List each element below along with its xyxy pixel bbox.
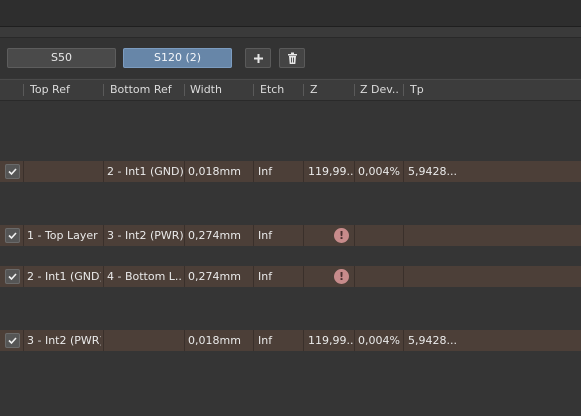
plus-icon	[254, 54, 263, 63]
column-divider[interactable]	[303, 84, 304, 96]
column-divider[interactable]	[403, 84, 404, 96]
column-header-bottom-ref[interactable]: Bottom Ref	[110, 80, 182, 100]
column-header-tp[interactable]: Tp	[410, 80, 470, 100]
column-divider[interactable]	[184, 84, 185, 96]
cell-divider	[403, 225, 404, 246]
trash-icon	[288, 52, 297, 64]
column-divider[interactable]	[23, 84, 24, 96]
cell-divider	[103, 161, 104, 182]
cell-divider	[253, 161, 254, 182]
cell-divider	[103, 330, 104, 351]
width-cell[interactable]: 0,018mm	[188, 161, 252, 182]
cell-divider	[23, 225, 24, 246]
cell-divider	[23, 330, 24, 351]
cell-divider	[184, 161, 185, 182]
cell-divider	[403, 330, 404, 351]
z-cell[interactable]: 119,99...	[308, 330, 353, 351]
stack-toolbar: S50 S120 (2)	[0, 38, 581, 78]
bottom-ref-cell[interactable]: 3 - Int2 (PWR)	[107, 225, 183, 246]
row-checkbox[interactable]	[5, 228, 20, 243]
column-header-top-ref[interactable]: Top Ref	[30, 80, 100, 100]
column-header-z-dev[interactable]: Z Dev...	[360, 80, 400, 100]
checkmark-icon	[8, 273, 17, 281]
top-ref-cell[interactable]: 3 - Int2 (PWR)	[27, 330, 101, 351]
column-header-etch[interactable]: Etch	[260, 80, 300, 100]
checkmark-icon	[8, 337, 17, 345]
cell-divider	[23, 161, 24, 182]
cell-divider	[354, 161, 355, 182]
column-header-z[interactable]: Z	[310, 80, 350, 100]
z-dev-cell[interactable]: 0,004%	[358, 161, 402, 182]
z-cell[interactable]: 119,99...	[308, 161, 353, 182]
tp-cell[interactable]: 5,9428...	[408, 161, 468, 182]
warning-icon[interactable]: !	[334, 228, 349, 243]
etch-cell[interactable]: Inf	[258, 266, 302, 287]
cell-divider	[103, 225, 104, 246]
bottom-ref-cell[interactable]	[107, 330, 183, 351]
cell-divider	[354, 225, 355, 246]
table-row[interactable]: 3 - Int2 (PWR) 0,018mm Inf 119,99... 0,0…	[0, 330, 581, 351]
width-cell[interactable]: 0,274mm	[188, 225, 252, 246]
row-checkbox[interactable]	[5, 269, 20, 284]
table-header: Top Ref Bottom Ref Width Etch Z Z Dev...…	[0, 79, 581, 101]
top-panel-bar	[0, 0, 581, 27]
cell-divider	[184, 225, 185, 246]
top-ref-cell[interactable]: 2 - Int1 (GND)	[27, 266, 101, 287]
column-divider[interactable]	[253, 84, 254, 96]
width-cell[interactable]: 0,274mm	[188, 266, 252, 287]
cell-divider	[303, 225, 304, 246]
add-button[interactable]	[245, 48, 271, 68]
cell-divider	[403, 161, 404, 182]
cell-divider	[184, 330, 185, 351]
cell-divider	[354, 266, 355, 287]
column-divider[interactable]	[354, 84, 355, 96]
tab-s120[interactable]: S120 (2)	[123, 48, 232, 68]
warning-icon[interactable]: !	[334, 269, 349, 284]
column-header-width[interactable]: Width	[190, 80, 250, 100]
etch-cell[interactable]: Inf	[258, 330, 302, 351]
cell-divider	[303, 161, 304, 182]
z-dev-cell[interactable]: 0,004%	[358, 330, 402, 351]
checkmark-icon	[8, 168, 17, 176]
cell-divider	[253, 225, 254, 246]
cell-divider	[184, 266, 185, 287]
etch-cell[interactable]: Inf	[258, 161, 302, 182]
etch-cell[interactable]: Inf	[258, 225, 302, 246]
cell-divider	[253, 330, 254, 351]
panel-strip	[0, 27, 581, 38]
width-cell[interactable]: 0,018mm	[188, 330, 252, 351]
cell-divider	[354, 330, 355, 351]
tab-s50[interactable]: S50	[7, 48, 116, 68]
bottom-ref-cell[interactable]: 2 - Int1 (GND)	[107, 161, 183, 182]
delete-button[interactable]	[279, 48, 305, 68]
row-checkbox[interactable]	[5, 164, 20, 179]
top-ref-cell[interactable]	[27, 161, 101, 182]
column-divider[interactable]	[103, 84, 104, 96]
table-row[interactable]: 2 - Int1 (GND) 4 - Bottom L... 0,274mm I…	[0, 266, 581, 287]
top-ref-cell[interactable]: 1 - Top Layer	[27, 225, 101, 246]
cell-divider	[103, 266, 104, 287]
cell-divider	[303, 330, 304, 351]
cell-divider	[23, 266, 24, 287]
cell-divider	[303, 266, 304, 287]
tp-cell[interactable]: 5,9428...	[408, 330, 468, 351]
cell-divider	[403, 266, 404, 287]
table-row[interactable]: 2 - Int1 (GND) 0,018mm Inf 119,99... 0,0…	[0, 161, 581, 182]
bottom-ref-cell[interactable]: 4 - Bottom L...	[107, 266, 183, 287]
table-row[interactable]: 1 - Top Layer 3 - Int2 (PWR) 0,274mm Inf…	[0, 225, 581, 246]
checkmark-icon	[8, 232, 17, 240]
row-checkbox[interactable]	[5, 333, 20, 348]
cell-divider	[253, 266, 254, 287]
